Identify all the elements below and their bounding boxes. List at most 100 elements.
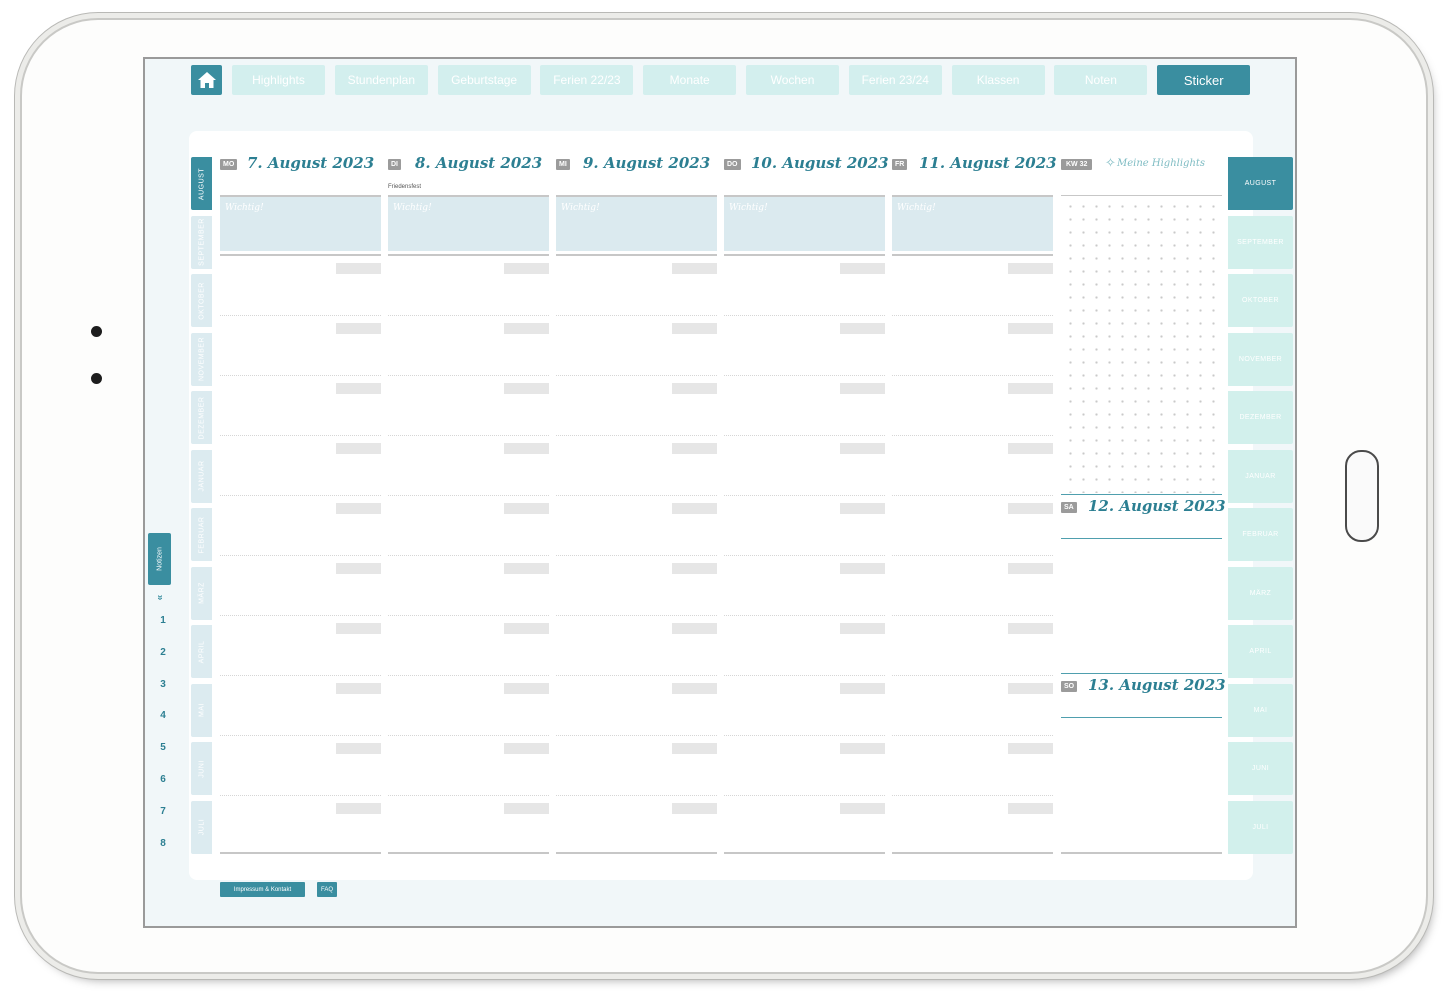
month-tab-left-2[interactable]: OKTOBER — [191, 274, 212, 327]
time-slot-box[interactable] — [336, 803, 381, 814]
month-tab-left-7[interactable]: MÄRZ — [191, 566, 212, 620]
time-slot-box[interactable] — [1008, 743, 1053, 754]
time-slot-box[interactable] — [672, 803, 717, 814]
time-slot-box[interactable] — [672, 443, 717, 454]
tab-ferien-22-23[interactable]: Ferien 22/23 — [540, 65, 634, 95]
time-slot-box[interactable] — [336, 623, 381, 634]
important-box[interactable]: Wichtig! — [388, 197, 549, 251]
chevron-down-icon[interactable]: » — [154, 595, 165, 601]
time-slot-box[interactable] — [504, 323, 549, 334]
month-tab-left-4[interactable]: DEZEMBER — [191, 391, 212, 444]
time-slot-box[interactable] — [336, 323, 381, 334]
time-slot-box[interactable] — [672, 263, 717, 274]
time-slot-box[interactable] — [840, 503, 885, 514]
time-slot-box[interactable] — [672, 743, 717, 754]
faq-button[interactable]: FAQ — [317, 882, 337, 897]
month-tab-right-10[interactable]: JUNI — [1228, 742, 1293, 795]
tab-stundenplan[interactable]: Stundenplan — [334, 65, 428, 95]
month-tab-right-6[interactable]: FEBRUAR — [1228, 508, 1293, 561]
time-slot-box[interactable] — [672, 623, 717, 634]
notes-tab[interactable]: Notizen — [148, 533, 171, 585]
time-slot-box[interactable] — [672, 383, 717, 394]
notes-page-link[interactable]: 2 — [158, 647, 168, 658]
time-slot-box[interactable] — [504, 443, 549, 454]
time-slot-box[interactable] — [1008, 503, 1053, 514]
time-slot-box[interactable] — [1008, 623, 1053, 634]
time-slot-box[interactable] — [1008, 383, 1053, 394]
time-slot-box[interactable] — [336, 503, 381, 514]
month-tab-right-3[interactable]: NOVEMBER — [1228, 332, 1293, 386]
month-tab-right-0[interactable]: AUGUST — [1228, 157, 1293, 210]
time-slot-box[interactable] — [672, 503, 717, 514]
time-slot-box[interactable] — [1008, 683, 1053, 694]
time-slot-box[interactable] — [840, 683, 885, 694]
notes-page-link[interactable]: 7 — [158, 806, 168, 817]
time-slot-box[interactable] — [504, 683, 549, 694]
time-slot-box[interactable] — [840, 323, 885, 334]
month-tab-left-10[interactable]: JUNI — [191, 742, 212, 795]
time-slot-box[interactable] — [504, 563, 549, 574]
time-slot-box[interactable] — [840, 803, 885, 814]
month-tab-left-3[interactable]: NOVEMBER — [191, 332, 212, 386]
time-slot-box[interactable] — [840, 383, 885, 394]
time-slot-box[interactable] — [336, 383, 381, 394]
month-tab-right-2[interactable]: OKTOBER — [1228, 274, 1293, 327]
time-slot-box[interactable] — [504, 503, 549, 514]
time-slot-box[interactable] — [840, 563, 885, 574]
important-box[interactable]: Wichtig! — [892, 197, 1053, 251]
notes-page-link[interactable]: 1 — [158, 615, 168, 626]
tab-ferien-23-24[interactable]: Ferien 23/24 — [848, 65, 942, 95]
notes-page-link[interactable]: 6 — [158, 774, 168, 785]
time-slot-box[interactable] — [504, 383, 549, 394]
month-tab-left-11[interactable]: JULI — [191, 800, 212, 854]
tab-noten[interactable]: Noten — [1054, 65, 1148, 95]
time-slot-box[interactable] — [504, 803, 549, 814]
tab-monate[interactable]: Monate — [643, 65, 737, 95]
impressum-button[interactable]: Impressum & Kontakt — [220, 882, 305, 897]
time-slot-box[interactable] — [1008, 803, 1053, 814]
month-tab-right-8[interactable]: APRIL — [1228, 625, 1293, 678]
time-slot-box[interactable] — [672, 323, 717, 334]
month-tab-left-9[interactable]: MAI — [191, 683, 212, 737]
time-slot-box[interactable] — [1008, 563, 1053, 574]
month-tab-left-5[interactable]: JANUAR — [191, 449, 212, 503]
time-slot-box[interactable] — [336, 563, 381, 574]
month-tab-right-7[interactable]: MÄRZ — [1228, 566, 1293, 620]
tab-geburtstage[interactable]: Geburtstage — [437, 65, 531, 95]
highlights-dot-grid[interactable] — [1061, 197, 1222, 493]
time-slot-box[interactable] — [840, 623, 885, 634]
home-tab[interactable] — [191, 65, 222, 95]
time-slot-box[interactable] — [672, 563, 717, 574]
month-tab-right-9[interactable]: MAI — [1228, 683, 1293, 737]
time-slot-box[interactable] — [336, 743, 381, 754]
time-slot-box[interactable] — [336, 443, 381, 454]
month-tab-right-5[interactable]: JANUAR — [1228, 449, 1293, 503]
month-tab-left-6[interactable]: FEBRUAR — [191, 508, 212, 561]
important-box[interactable]: Wichtig! — [724, 197, 885, 251]
time-slot-box[interactable] — [1008, 443, 1053, 454]
month-tab-right-1[interactable]: SEPTEMBER — [1228, 215, 1293, 269]
notes-page-link[interactable]: 4 — [158, 710, 168, 721]
notes-page-link[interactable]: 5 — [158, 742, 168, 753]
notes-page-link[interactable]: 8 — [158, 838, 168, 849]
time-slot-box[interactable] — [1008, 323, 1053, 334]
time-slot-box[interactable] — [504, 623, 549, 634]
time-slot-box[interactable] — [672, 683, 717, 694]
time-slot-box[interactable] — [336, 263, 381, 274]
tab-wochen[interactable]: Wochen — [746, 65, 839, 95]
time-slot-box[interactable] — [504, 743, 549, 754]
month-tab-left-1[interactable]: SEPTEMBER — [191, 215, 212, 269]
important-box[interactable]: Wichtig! — [556, 197, 717, 251]
tab-sticker[interactable]: Sticker — [1157, 65, 1251, 95]
time-slot-box[interactable] — [840, 443, 885, 454]
month-tab-right-4[interactable]: DEZEMBER — [1228, 391, 1293, 444]
time-slot-box[interactable] — [840, 263, 885, 274]
time-slot-box[interactable] — [504, 263, 549, 274]
month-tab-left-0[interactable]: AUGUST — [191, 157, 212, 210]
month-tab-left-8[interactable]: APRIL — [191, 625, 212, 678]
time-slot-box[interactable] — [1008, 263, 1053, 274]
tab-klassen[interactable]: Klassen — [951, 65, 1045, 95]
time-slot-box[interactable] — [840, 743, 885, 754]
month-tab-right-11[interactable]: JULI — [1228, 800, 1293, 854]
tablet-home-button[interactable] — [1345, 450, 1379, 542]
